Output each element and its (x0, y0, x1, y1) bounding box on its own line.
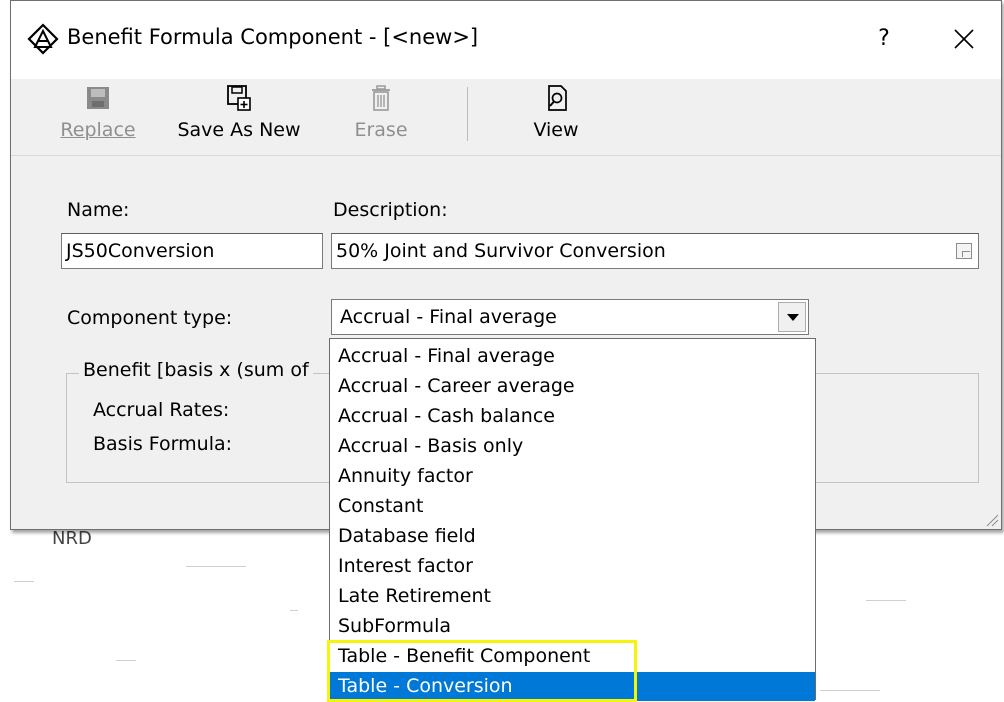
erase-label: Erase (354, 119, 408, 141)
toolbar-separator (467, 87, 468, 141)
trash-icon (372, 85, 390, 111)
background-line (14, 581, 34, 582)
replace-label: Replace (60, 119, 136, 141)
basis-formula-label: Basis Formula: (93, 433, 233, 455)
name-field[interactable]: JS50Conversion (61, 233, 323, 269)
background-line (290, 610, 298, 611)
benefit-group-title: Benefit [basis x (sum of (79, 359, 313, 381)
background-line (186, 566, 246, 567)
replace-button[interactable]: Replace (53, 83, 143, 149)
view-label: View (533, 119, 579, 141)
component-type-label: Component type: (67, 307, 233, 329)
component-type-dropdown-list: Accrual - Final average Accrual - Career… (329, 338, 816, 701)
dropdown-option[interactable]: Late Retirement (330, 582, 815, 611)
view-button[interactable]: View (521, 83, 591, 149)
save-as-new-label: Save As New (177, 119, 301, 141)
erase-button[interactable]: Erase (341, 83, 421, 149)
save-disk-icon (87, 87, 109, 109)
toolbar: Replace Save As New Erase View (11, 79, 1001, 156)
resize-grip-icon[interactable] (983, 511, 999, 527)
dropdown-option-selected[interactable]: Table - Conversion (330, 672, 815, 701)
dropdown-option[interactable]: Interest factor (330, 552, 815, 581)
dropdown-option[interactable]: Accrual - Final average (330, 342, 815, 371)
expand-description-button[interactable] (956, 243, 972, 259)
close-button[interactable] (939, 17, 989, 61)
dropdown-option[interactable]: Accrual - Basis only (330, 432, 815, 461)
background-nrd-text: NRD (52, 528, 92, 549)
dropdown-option[interactable]: SubFormula (330, 612, 815, 641)
component-type-select[interactable]: Accrual - Final average (331, 299, 809, 335)
chevron-down-icon[interactable] (778, 302, 806, 332)
description-value: 50% Joint and Survivor Conversion (336, 240, 666, 262)
dropdown-option[interactable]: Table - Benefit Component (330, 642, 815, 671)
view-document-icon (548, 85, 567, 111)
dropdown-option[interactable]: Accrual - Career average (330, 372, 815, 401)
dropdown-option[interactable]: Constant (330, 492, 815, 521)
description-field[interactable]: 50% Joint and Survivor Conversion (331, 233, 979, 269)
dropdown-option[interactable]: Annuity factor (330, 462, 815, 491)
accrual-rates-label: Accrual Rates: (93, 399, 230, 421)
help-button[interactable]: ? (859, 19, 909, 59)
name-label: Name: (67, 199, 130, 221)
window-title: Benefit Formula Component - [<new>] (67, 25, 479, 49)
description-label: Description: (333, 199, 448, 221)
save-as-new-icon (227, 85, 251, 111)
background-line (116, 660, 136, 661)
app-logo-icon (27, 23, 59, 55)
dropdown-option[interactable]: Database field (330, 522, 815, 551)
close-icon (954, 29, 974, 49)
background-line (820, 690, 880, 691)
background-line (866, 600, 906, 601)
dropdown-option[interactable]: Accrual - Cash balance (330, 402, 815, 431)
title-bar[interactable]: Benefit Formula Component - [<new>] ? (11, 1, 1001, 79)
component-type-value: Accrual - Final average (340, 306, 557, 328)
save-as-new-button[interactable]: Save As New (169, 83, 309, 149)
